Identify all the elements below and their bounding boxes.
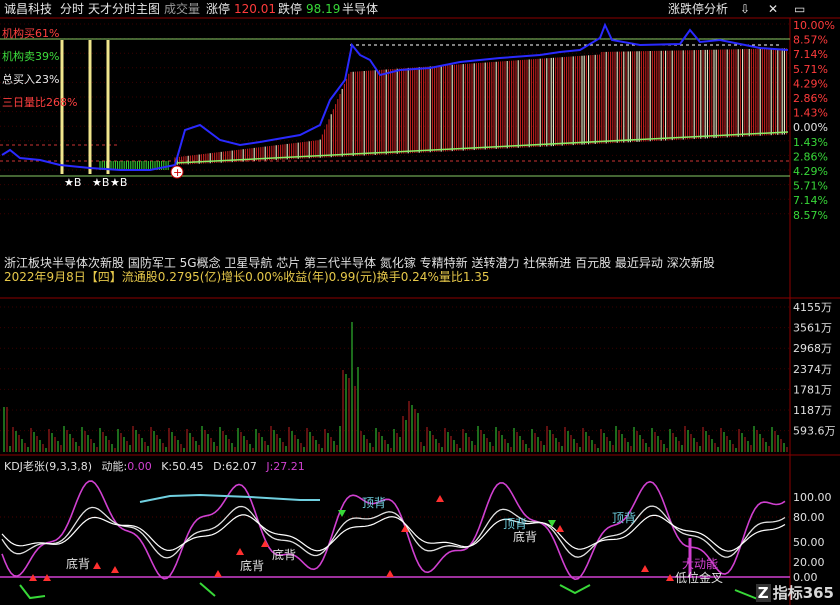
indicator-label: 机构卖39% [2, 50, 60, 63]
k-value: 50.45 [172, 460, 204, 473]
volume-axis-label: 3561万 [793, 322, 832, 335]
logo-icon: Z [755, 584, 771, 602]
volume-axis-label: 1187万 [793, 404, 832, 417]
up-arrow-icon [111, 566, 119, 573]
k-label: K: [161, 460, 173, 473]
plus-icon-glyph: + [173, 166, 182, 179]
price-axis-label: 4.29% [793, 77, 828, 90]
kdj-annotation: 底背 [513, 529, 537, 544]
price-axis-label: 2.86% [793, 150, 828, 163]
price-axis-label: 8.57% [793, 209, 828, 222]
indicator-label: 机构买61% [2, 27, 60, 40]
volume-axis-label: 1781万 [793, 383, 832, 396]
kdj-header: KDJ老张(9,3,3,8) 动能:0.00 K:50.45 D:62.07 J… [4, 458, 311, 474]
low-highlight-line [19, 582, 761, 601]
power-value: 0.00 [127, 460, 152, 473]
kdj-axis-label: 50.00 [793, 536, 825, 549]
kdj-axis-label: 80.00 [793, 511, 825, 524]
price-axis-label: 7.14% [793, 48, 828, 61]
timeshare-chart: 10.00%8.57%7.14%5.71%4.29%2.86%1.43%0.00… [0, 17, 840, 605]
kdj-annotation: 大动能 [682, 557, 718, 571]
price-axis-label: 4.29% [793, 165, 828, 178]
price-axis-label: 5.71% [793, 180, 828, 193]
price-axis-label: 0.00% [793, 121, 828, 134]
stock-info-line: 2022年9月8日【四】流通股0.2795(亿)增长0.00%收益(年)0.99… [4, 270, 490, 284]
kdj-annotation: 底背 [240, 558, 264, 573]
up-arrow-icon [214, 570, 222, 577]
kdj-annotation: 底背 [66, 556, 90, 571]
d-value: 62.07 [225, 460, 257, 473]
price-axis-label: 8.57% [793, 34, 828, 47]
kdj-annotation: 顶背 [612, 511, 636, 525]
volume-axis-label: 4155万 [793, 301, 832, 314]
up-arrow-icon [236, 548, 244, 555]
d-label: D: [213, 460, 226, 473]
power-label: 动能: [101, 460, 128, 473]
buy-signal: ★B [92, 176, 110, 189]
up-arrow-icon [556, 525, 564, 532]
j-line [1, 480, 786, 581]
up-arrow-icon [261, 540, 269, 547]
kdj-axis-label: 20.00 [793, 556, 825, 569]
j-value: 27.21 [273, 460, 305, 473]
kdj-annotation: 低位金叉 [675, 570, 723, 585]
up-arrow-icon [93, 562, 101, 569]
price-axis-label: 5.71% [793, 63, 828, 76]
volume-axis-label: 2968万 [793, 342, 832, 355]
buy-signal: ★B [64, 176, 82, 189]
buy-signal: ★B [110, 176, 128, 189]
watermark: Z 指标365 [755, 582, 834, 603]
price-axis-label: 7.14% [793, 194, 828, 207]
up-arrow-icon [641, 565, 649, 572]
kdj-axis-label: 100.00 [793, 491, 832, 504]
watermark-text: 指标365 [772, 584, 834, 602]
price-axis-label: 1.43% [793, 107, 828, 120]
top-highlight-line [139, 493, 320, 503]
kdj-annotation: 顶背 [362, 496, 386, 510]
kdj-name[interactable]: KDJ老张(9,3,3,8) [4, 460, 92, 473]
indicator-label: 三日量比268% [2, 96, 78, 109]
price-axis-label: 1.43% [793, 136, 828, 149]
up-arrow-icon [436, 495, 444, 502]
kdj-annotation: 顶背 [503, 517, 527, 531]
volume-axis-label: 593.6万 [793, 425, 836, 438]
d-line [1, 514, 786, 552]
up-arrow-icon [386, 570, 394, 577]
price-axis-label: 2.86% [793, 92, 828, 105]
price-axis-label: 10.00% [793, 19, 835, 32]
volume-axis-label: 2374万 [793, 363, 832, 376]
indicator-label: 总买入23% [2, 73, 60, 86]
kdj-annotation: 底背 [272, 547, 296, 562]
